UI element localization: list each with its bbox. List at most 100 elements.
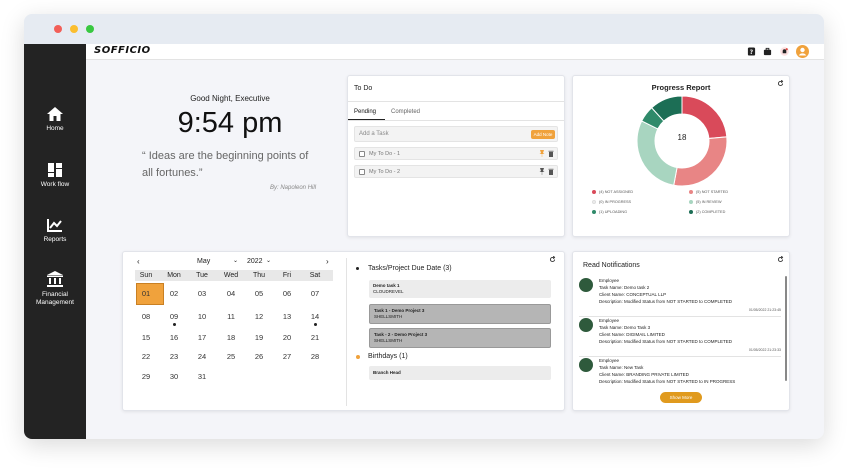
calendar-day[interactable]: 25 (220, 352, 242, 361)
minimize-window-dot[interactable] (70, 25, 78, 33)
list-item: My To Do - 1 (354, 147, 558, 160)
chevron-down-icon: ⌄ (266, 258, 272, 264)
avatar (579, 358, 593, 372)
tab-completed[interactable]: Completed (391, 109, 420, 115)
calendar-day[interactable]: 19 (248, 333, 270, 342)
calendar-day[interactable]: 07 (304, 289, 326, 298)
calendar-day[interactable]: 18 (220, 333, 242, 342)
calendar-day[interactable]: 12 (248, 312, 270, 321)
home-icon (47, 107, 63, 121)
todo-item-label: My To Do - 1 (369, 151, 401, 157)
progress-report-card: Progress Report 18 (4) NOT ASSIGNED (5) … (572, 75, 790, 237)
calendar-day[interactable]: 29 (135, 372, 157, 381)
calendar-day[interactable]: 04 (220, 289, 242, 298)
close-window-dot[interactable] (54, 25, 62, 33)
sidebar-item-workflow[interactable]: Work flow (24, 162, 86, 189)
maximize-window-dot[interactable] (86, 25, 94, 33)
legend-item: (4) NOT ASSIGNED (592, 190, 633, 194)
bullet-icon (356, 267, 359, 270)
sidebar: Home Work flow Reports Financial Managem… (24, 44, 86, 439)
calendar-day[interactable]: 20 (276, 333, 298, 342)
notification-item[interactable]: Employee Task Name: Demo task 2 Client N… (579, 278, 783, 314)
calendar-day[interactable]: 30 (163, 372, 185, 381)
calendar-day[interactable]: 10 (191, 312, 213, 321)
calendar-day[interactable]: 28 (304, 352, 326, 361)
year-select[interactable]: 2022 (247, 258, 263, 265)
legend-dot-icon (592, 200, 596, 204)
calendar-day[interactable]: 03 (191, 289, 213, 298)
trash-icon[interactable] (548, 150, 554, 157)
clock-time: 9:54 pm (177, 107, 283, 139)
calendar-day[interactable]: 06 (276, 289, 298, 298)
bank-icon (47, 271, 63, 287)
add-task-input[interactable]: Add a Task (359, 131, 389, 137)
calendar-day[interactable]: 23 (163, 352, 185, 361)
top-bar: SOFFICIO ? (86, 44, 824, 60)
help-icon[interactable]: ? (747, 47, 756, 56)
notifications-card: Read Notifications Employee Task Name: D… (572, 251, 790, 411)
calendar-day[interactable]: 21 (304, 333, 326, 342)
calendar-day[interactable]: 27 (276, 352, 298, 361)
weekday-header: Wed (223, 272, 239, 279)
refresh-icon[interactable] (549, 256, 556, 263)
calendar-day[interactable]: 26 (248, 352, 270, 361)
due-task-item[interactable]: Task - 2 - Demo Project 3 SHELLSMITH (369, 328, 551, 348)
legend-dot-icon (689, 190, 693, 194)
todo-checkbox[interactable] (359, 151, 365, 157)
notification-item[interactable]: Employee Task Name: Demo Task 3 Client N… (579, 318, 783, 354)
refresh-icon[interactable] (777, 256, 784, 263)
pin-icon[interactable] (539, 168, 545, 175)
next-month-arrow[interactable]: › (326, 257, 329, 266)
sidebar-item-financial-management[interactable]: Financial Management (24, 270, 86, 307)
calendar-day[interactable]: 11 (220, 312, 242, 321)
donut-center-value: 18 (677, 133, 687, 142)
list-item: My To Do - 2 (354, 165, 558, 178)
birthday-item[interactable]: Branch Head (369, 366, 551, 380)
calendar-day[interactable]: 31 (191, 372, 213, 381)
calendar-day[interactable]: 05 (248, 289, 270, 298)
weekday-header: Sat (309, 272, 321, 279)
pin-icon[interactable] (539, 150, 545, 157)
calendar-day[interactable]: 24 (191, 352, 213, 361)
calendar-day[interactable]: 02 (163, 289, 185, 298)
sidebar-item-home[interactable]: Home (24, 106, 86, 133)
refresh-icon[interactable] (777, 80, 784, 87)
briefcase-icon[interactable] (763, 47, 772, 56)
weekday-header: Mon (167, 272, 181, 279)
legend-item: (0) IN PROGRESS (592, 200, 631, 204)
calendar-day[interactable]: 09 (163, 312, 185, 321)
title-bar (24, 14, 824, 44)
due-task-item[interactable]: Task 1 - Demo Project 3 SHELLSMITH (369, 304, 551, 324)
calendar-day[interactable]: 16 (163, 333, 185, 342)
todo-item-label: My To Do - 2 (369, 169, 401, 175)
prev-month-arrow[interactable]: ‹ (137, 257, 140, 266)
notification-bell-icon[interactable] (780, 47, 789, 56)
show-more-button[interactable]: Show More (660, 392, 702, 403)
calendar-day[interactable]: 17 (191, 333, 213, 342)
legend-item: (1) UPLOADING (592, 210, 627, 214)
sidebar-item-label-line2: Management (36, 299, 74, 306)
donut-slice-not-started[interactable] (673, 136, 728, 187)
calendar-day[interactable]: 14 (304, 312, 326, 321)
calendar-day[interactable]: 01 (135, 289, 157, 298)
donut-slice-in-review[interactable] (636, 120, 678, 186)
notifications-title: Read Notifications (583, 262, 640, 269)
calendar-day[interactable]: 22 (135, 352, 157, 361)
month-select[interactable]: May (197, 258, 210, 265)
notification-item[interactable]: Employee Task Name: New Task Client Name… (579, 358, 783, 388)
trash-icon[interactable] (548, 168, 554, 175)
add-note-button[interactable]: Add Note (531, 130, 555, 139)
add-task-row: Add a Task Add Note (354, 126, 558, 142)
sidebar-item-label: Financial (41, 291, 68, 298)
legend-item: (5) NOT STARTED (689, 190, 728, 194)
sidebar-item-reports[interactable]: Reports (24, 217, 86, 244)
avatar-icon[interactable] (796, 45, 809, 58)
due-task-item[interactable]: Demo task 1 CLOUDREVEL (369, 280, 551, 298)
tab-pending[interactable]: Pending (354, 109, 376, 115)
weekday-header: Tue (196, 272, 208, 279)
calendar-day[interactable]: 15 (135, 333, 157, 342)
calendar-day[interactable]: 13 (276, 312, 298, 321)
todo-checkbox[interactable] (359, 169, 365, 175)
calendar-day[interactable]: 08 (135, 312, 157, 321)
scrollbar[interactable] (785, 276, 787, 381)
